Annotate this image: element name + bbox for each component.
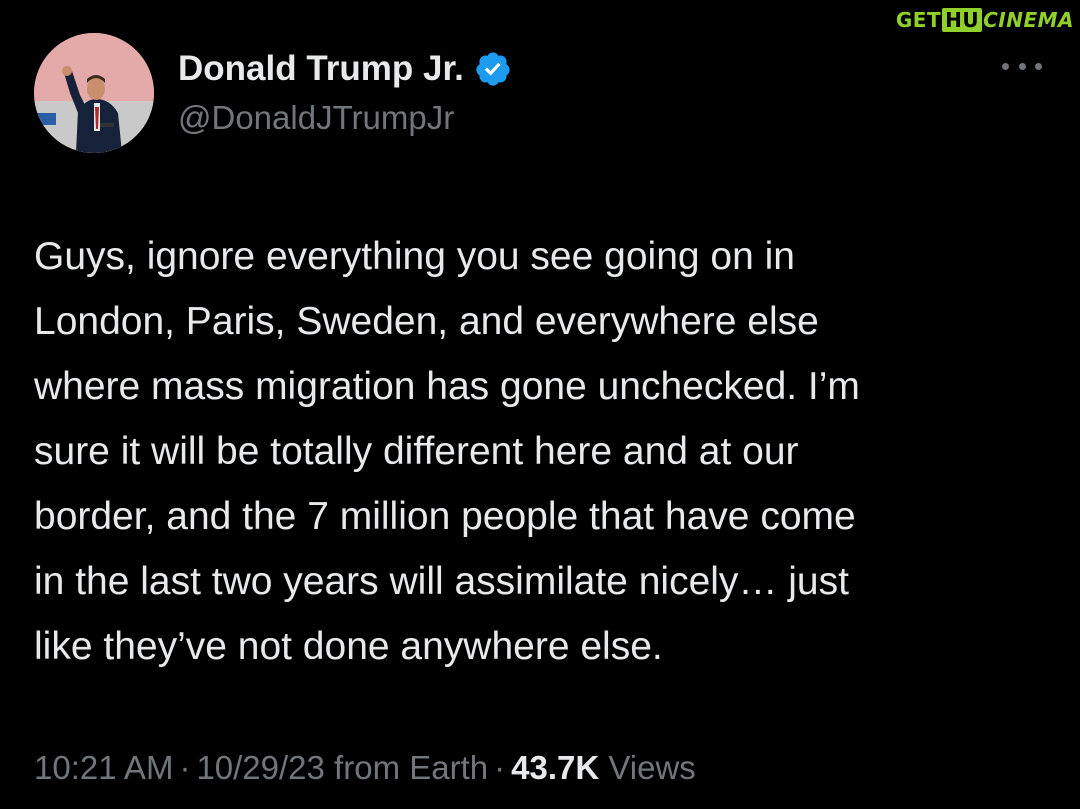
tweet-text: Guys, ignore everything you see going on… xyxy=(34,235,860,668)
views-label: Views xyxy=(608,749,696,786)
tweet-date[interactable]: 10/29/23 from Earth xyxy=(196,749,488,786)
watermark-logo: GET HU CINEMA xyxy=(896,8,1074,32)
avatar[interactable] xyxy=(34,33,154,153)
more-horizontal-icon[interactable] xyxy=(1002,56,1042,76)
profile-photo-icon xyxy=(34,33,154,153)
tweet-time[interactable]: 10:21 AM xyxy=(34,749,173,786)
user-name-row[interactable]: Donald Trump Jr. xyxy=(178,46,512,92)
meta-separator: · xyxy=(179,749,191,786)
more-dot-2 xyxy=(1018,62,1026,70)
verified-badge-icon xyxy=(474,50,512,88)
user-handle[interactable]: @DonaldJTrumpJr xyxy=(178,96,454,140)
meta-separator: · xyxy=(494,749,506,786)
watermark-get: GET xyxy=(895,8,942,32)
watermark-cinema: CINEMA xyxy=(983,8,1074,32)
watermark-hu: HU xyxy=(942,8,983,32)
more-dot-3 xyxy=(1035,62,1042,70)
views-count[interactable]: 43.7K xyxy=(511,749,599,786)
display-name[interactable]: Donald Trump Jr. xyxy=(178,46,464,92)
more-dot-1 xyxy=(1002,62,1009,70)
tweet-metadata: 10:21 AM · 10/29/23 from Earth · 43.7K Views xyxy=(34,745,696,791)
tweet-card: GET HU CINEMA Donald Trump Jr. @DonaldJT… xyxy=(0,0,1080,809)
